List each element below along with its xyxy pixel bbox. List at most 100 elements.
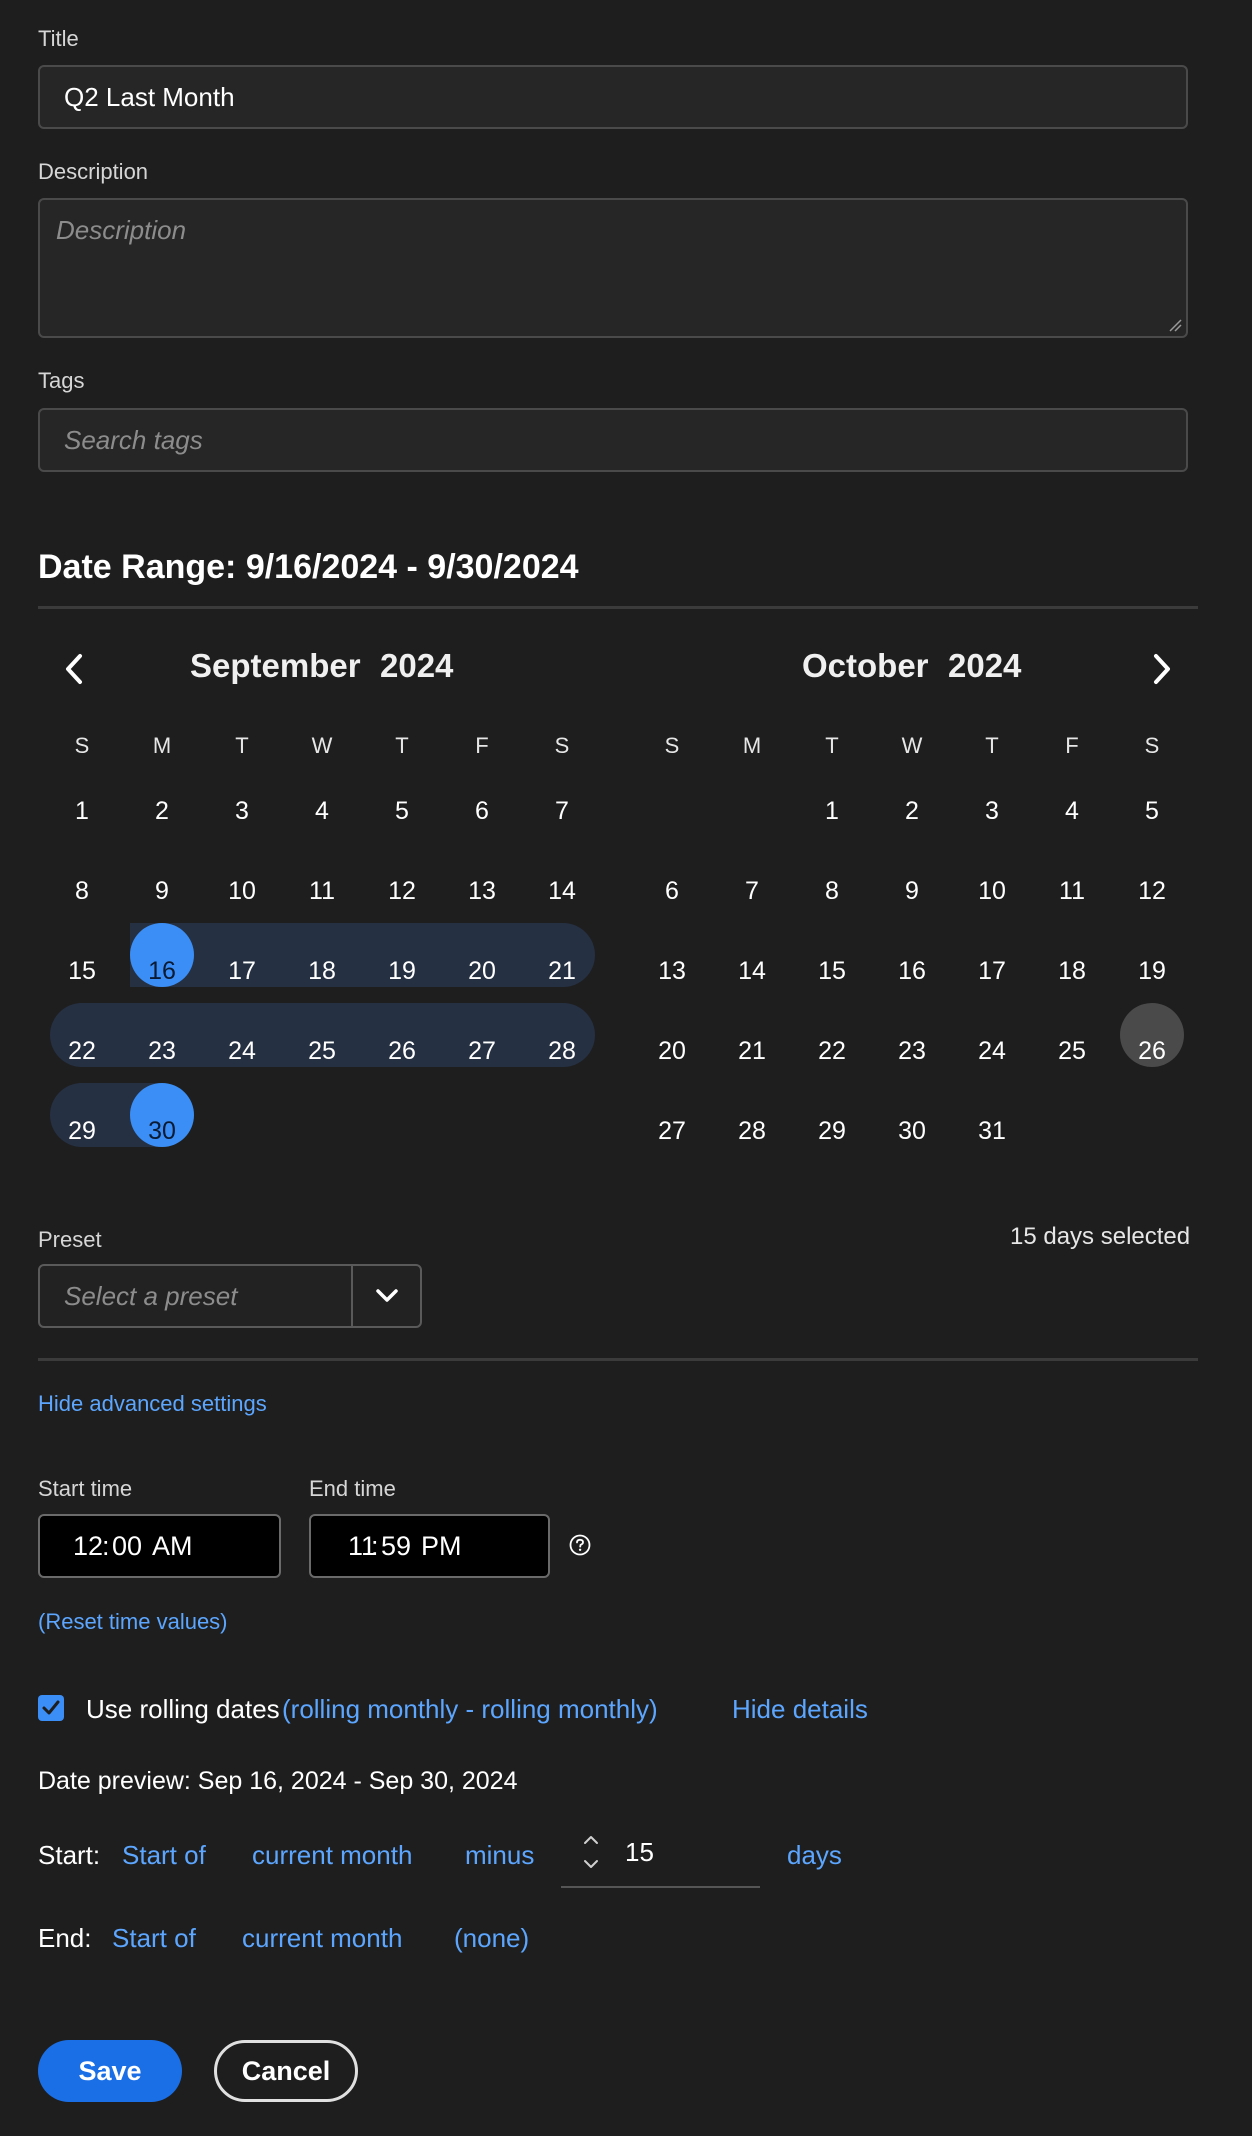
sep-day[interactable]: 9	[122, 859, 202, 923]
oct-day[interactable]: 14	[712, 939, 792, 1003]
sep-day[interactable]: 13	[442, 859, 522, 923]
sep-day[interactable]: 8	[42, 859, 122, 923]
oct-day[interactable]: 26	[1112, 1019, 1192, 1083]
oct-day[interactable]: 30	[872, 1099, 952, 1163]
tags-label: Tags	[38, 368, 85, 393]
oct-day[interactable]: 28	[712, 1099, 792, 1163]
rolling-end-period[interactable]: current month	[242, 1923, 402, 1954]
oct-day[interactable]: 20	[632, 1019, 712, 1083]
preset-select[interactable]: Select a preset	[38, 1264, 422, 1328]
rolling-dates-label[interactable]: Use rolling dates	[86, 1694, 280, 1725]
next-month-icon[interactable]	[1146, 652, 1176, 686]
cancel-button[interactable]: Cancel	[214, 2040, 358, 2102]
oct-day[interactable]: 19	[1112, 939, 1192, 1003]
sep-day[interactable]: 3	[202, 779, 282, 843]
oct-day[interactable]: 11	[1032, 859, 1112, 923]
end-time-ampm[interactable]: PM	[421, 1531, 462, 1562]
sep-day[interactable]: 24	[202, 1019, 282, 1083]
save-button[interactable]: Save	[38, 2040, 182, 2102]
start-time-hour[interactable]: 12	[73, 1531, 103, 1562]
oct-day[interactable]: 3	[952, 779, 1032, 843]
sep-day[interactable]: 6	[442, 779, 522, 843]
oct-day[interactable]: 18	[1032, 939, 1112, 1003]
hide-details-link[interactable]: Hide details	[732, 1694, 868, 1725]
start-time-input[interactable]: 12 : 00 AM	[38, 1514, 281, 1578]
oct-day[interactable]: 24	[952, 1019, 1032, 1083]
start-time-ampm[interactable]: AM	[152, 1531, 193, 1562]
oct-day[interactable]: 8	[792, 859, 872, 923]
oct-day[interactable]: 17	[952, 939, 1032, 1003]
oct-day[interactable]: 7	[712, 859, 792, 923]
rolling-end-operator[interactable]: (none)	[454, 1923, 529, 1954]
tags-search-input[interactable]: Search tags	[38, 408, 1188, 472]
help-icon[interactable]	[568, 1533, 592, 1557]
sep-week-row: 15 16 17 18 19 20 21	[42, 939, 602, 1019]
rolling-start-amount-stepper[interactable]: 15	[561, 1826, 760, 1888]
oct-day[interactable]: 1	[792, 779, 872, 843]
oct-week-row: 27 28 29 30 31	[632, 1099, 1192, 1179]
sep-day[interactable]: 20	[442, 939, 522, 1003]
sep-day[interactable]: 26	[362, 1019, 442, 1083]
sep-day[interactable]: 11	[282, 859, 362, 923]
resize-handle-icon[interactable]	[1168, 318, 1182, 332]
oct-week-row: 20 21 22 23 24 25 26	[632, 1019, 1192, 1099]
sep-day[interactable]: 27	[442, 1019, 522, 1083]
rolling-start-anchor[interactable]: Start of	[122, 1840, 206, 1871]
oct-day[interactable]: 2	[872, 779, 952, 843]
oct-day[interactable]: 5	[1112, 779, 1192, 843]
sep-day[interactable]: 22	[42, 1019, 122, 1083]
stepper-arrows-icon[interactable]	[581, 1830, 601, 1874]
oct-day[interactable]: 23	[872, 1019, 952, 1083]
rolling-start-unit[interactable]: days	[787, 1840, 842, 1871]
oct-day[interactable]: 22	[792, 1019, 872, 1083]
oct-weekday-label: T	[825, 733, 839, 758]
sep-day[interactable]: 4	[282, 779, 362, 843]
oct-day[interactable]: 6	[632, 859, 712, 923]
rolling-start-period[interactable]: current month	[252, 1840, 412, 1871]
oct-day[interactable]: 21	[712, 1019, 792, 1083]
sep-day[interactable]: 15	[42, 939, 122, 1003]
oct-day[interactable]: 15	[792, 939, 872, 1003]
sep-day[interactable]: 25	[282, 1019, 362, 1083]
sep-day[interactable]: 5	[362, 779, 442, 843]
sep-day[interactable]: 1	[42, 779, 122, 843]
description-textarea[interactable]: Description	[38, 198, 1188, 338]
title-input[interactable]: Q2 Last Month	[38, 65, 1188, 129]
sep-day[interactable]: 14	[522, 859, 602, 923]
oct-day[interactable]: 13	[632, 939, 712, 1003]
hide-advanced-settings-link[interactable]: Hide advanced settings	[38, 1391, 267, 1417]
oct-day[interactable]: 31	[952, 1099, 1032, 1163]
oct-day[interactable]: 16	[872, 939, 952, 1003]
rolling-summary-link[interactable]: (rolling monthly - rolling monthly)	[282, 1694, 658, 1725]
chevron-down-icon[interactable]	[374, 1286, 400, 1306]
sep-day[interactable]: 23	[122, 1019, 202, 1083]
sep-day[interactable]: 2	[122, 779, 202, 843]
sep-day[interactable]: 29	[42, 1099, 122, 1163]
sep-day[interactable]: 21	[522, 939, 602, 1003]
previous-month-icon[interactable]	[60, 652, 90, 686]
oct-day[interactable]: 12	[1112, 859, 1192, 923]
sep-day[interactable]: 30	[122, 1099, 202, 1163]
oct-day[interactable]: 29	[792, 1099, 872, 1163]
left-month-year: 2024	[380, 647, 454, 684]
sep-day[interactable]: 18	[282, 939, 362, 1003]
sep-day[interactable]: 7	[522, 779, 602, 843]
rolling-start-operator[interactable]: minus	[465, 1840, 534, 1871]
rolling-end-anchor[interactable]: Start of	[112, 1923, 196, 1954]
sep-day[interactable]: 19	[362, 939, 442, 1003]
end-time-minute[interactable]: 59	[381, 1531, 411, 1562]
sep-day[interactable]: 16	[122, 939, 202, 1003]
sep-day[interactable]: 28	[522, 1019, 602, 1083]
oct-day[interactable]: 4	[1032, 779, 1112, 843]
sep-day[interactable]: 10	[202, 859, 282, 923]
rolling-dates-checkbox[interactable]	[38, 1695, 64, 1721]
oct-day[interactable]: 27	[632, 1099, 712, 1163]
oct-day[interactable]: 25	[1032, 1019, 1112, 1083]
sep-day[interactable]: 12	[362, 859, 442, 923]
end-time-input[interactable]: 11 : 59 PM	[309, 1514, 550, 1578]
start-time-minute[interactable]: 00	[112, 1531, 142, 1562]
reset-time-values-link[interactable]: (Reset time values)	[38, 1609, 228, 1635]
oct-day[interactable]: 10	[952, 859, 1032, 923]
oct-day[interactable]: 9	[872, 859, 952, 923]
sep-day[interactable]: 17	[202, 939, 282, 1003]
